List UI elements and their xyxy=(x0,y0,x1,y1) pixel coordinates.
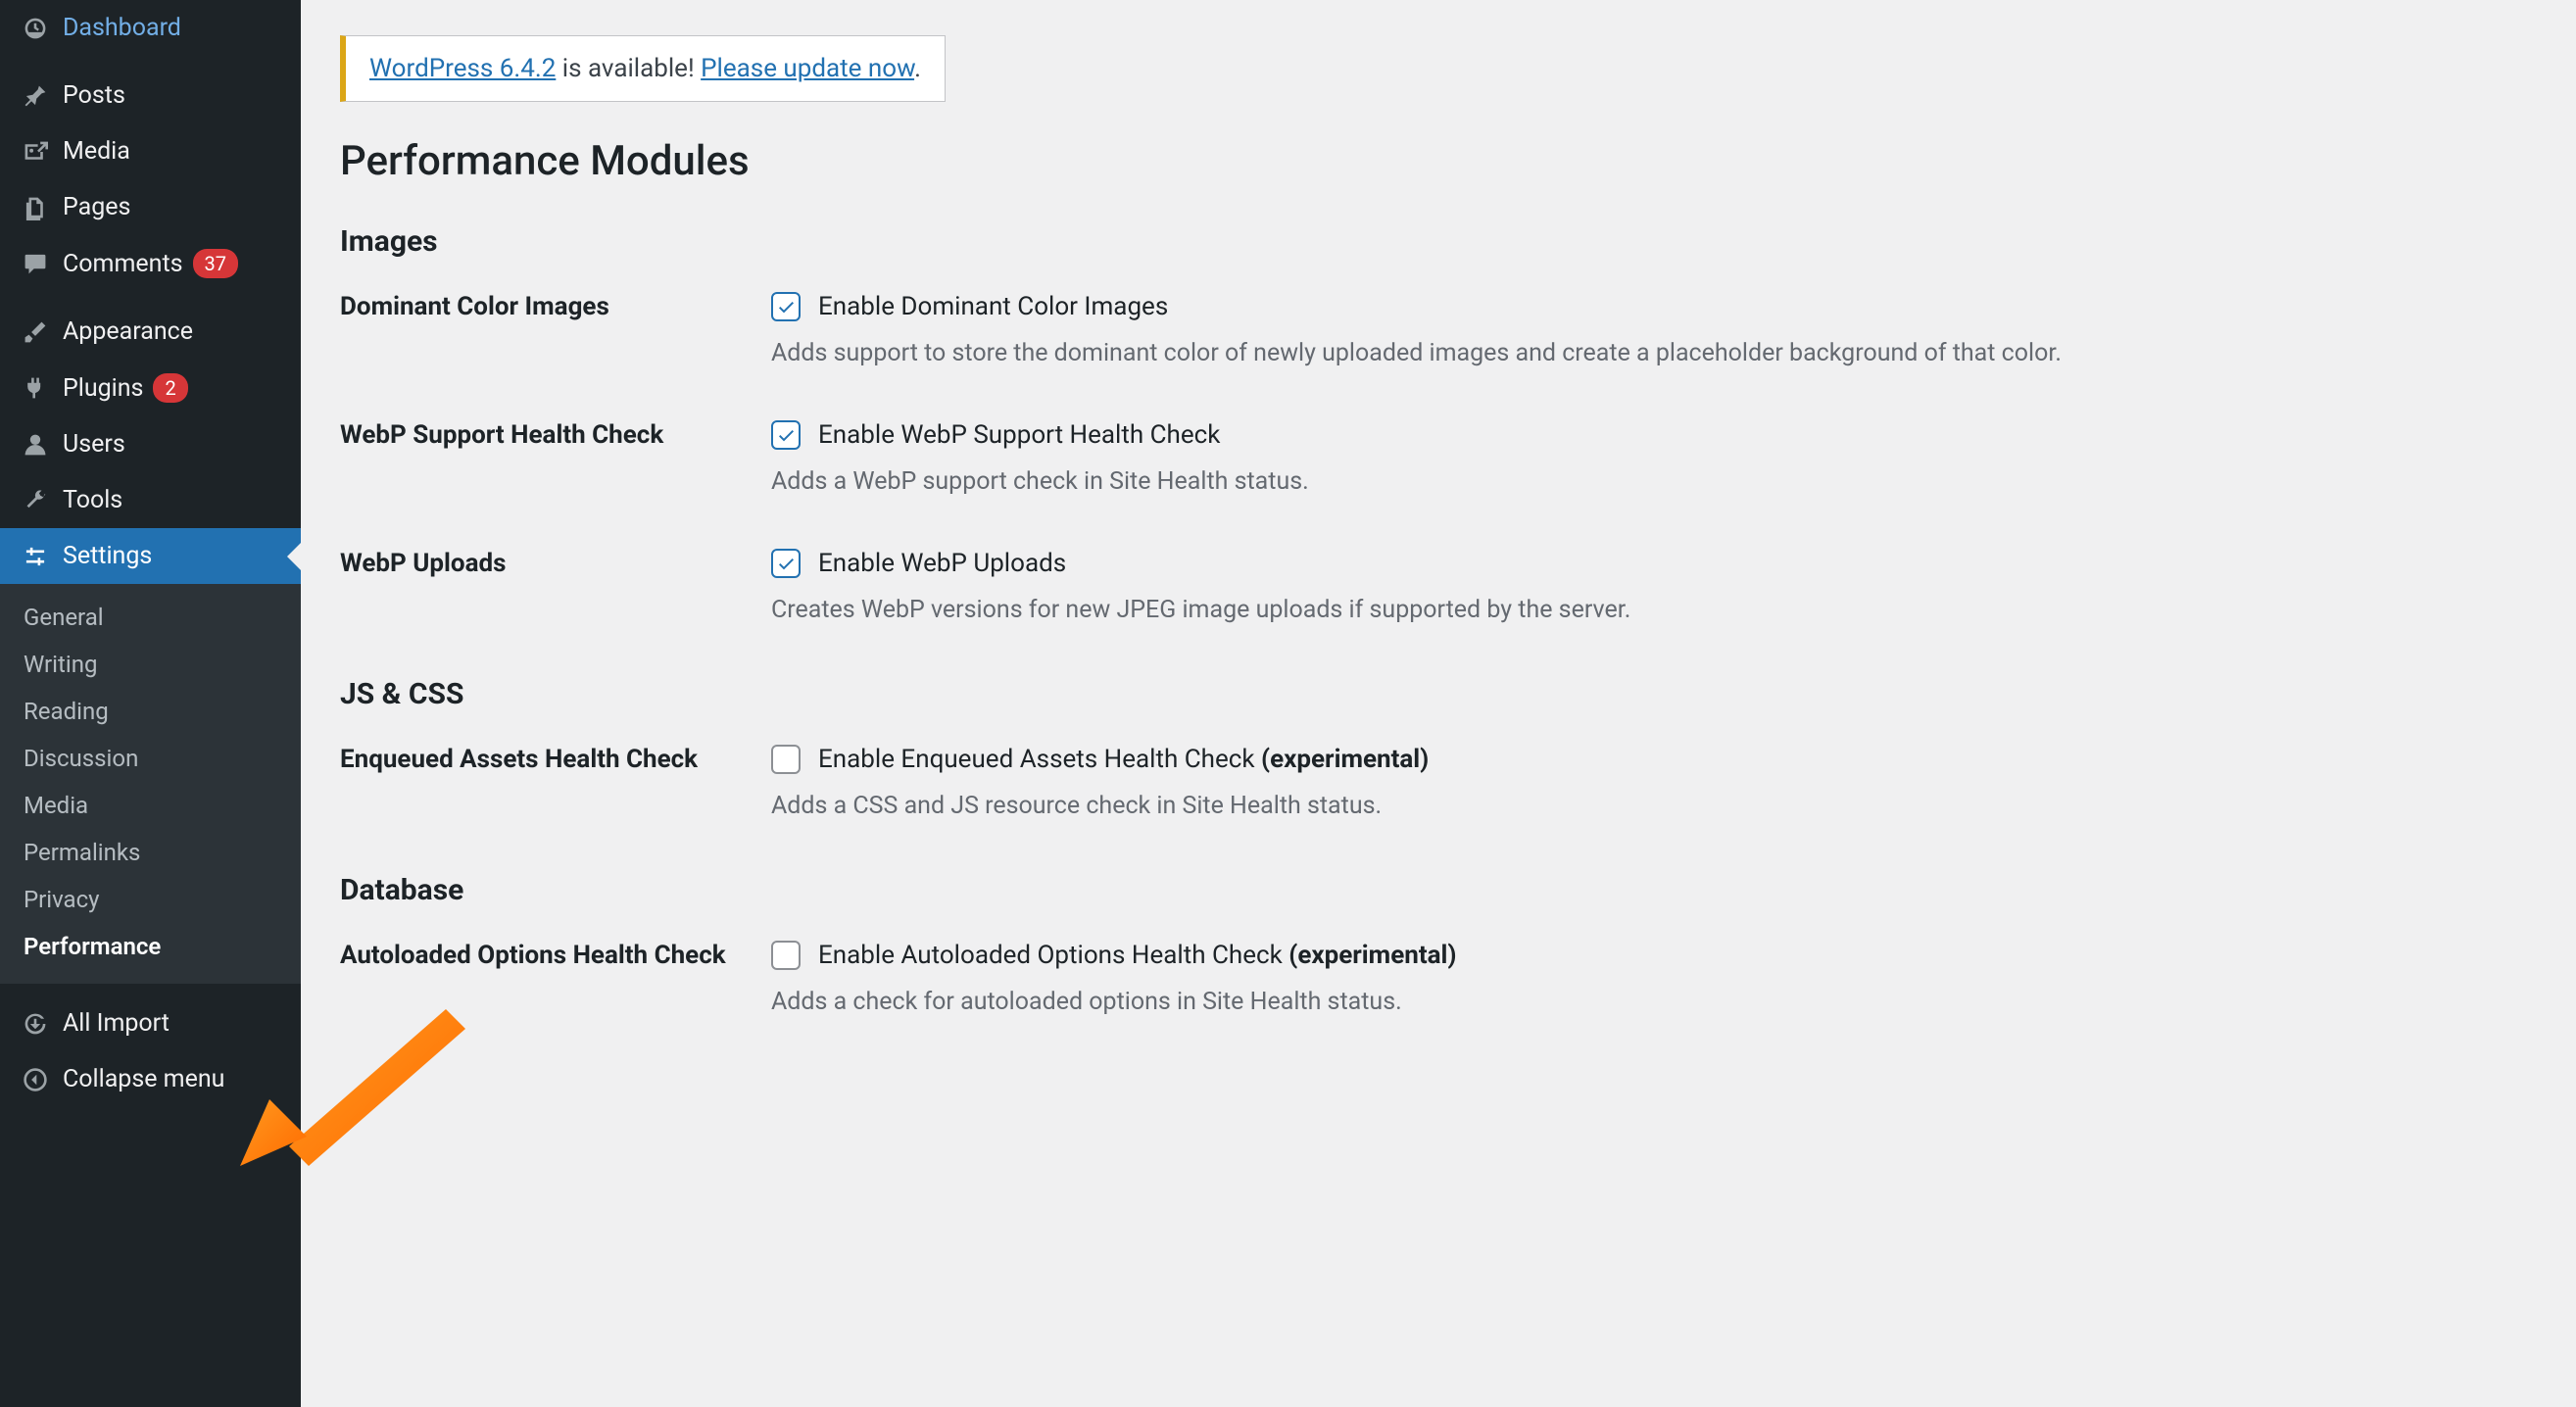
setting-description: Adds support to store the dominant color… xyxy=(771,339,2537,367)
checkbox-label[interactable]: Enable Autoloaded Options Health Check (… xyxy=(771,941,2537,970)
checkbox-webp-uploads[interactable] xyxy=(771,549,801,578)
checkbox-label[interactable]: Enable WebP Uploads xyxy=(771,549,2537,578)
main-content: WordPress 6.4.2 is available! Please upd… xyxy=(301,0,2576,1407)
checkbox-label[interactable]: Enable WebP Support Health Check xyxy=(771,420,2537,450)
setting-label: Enqueued Assets Health Check xyxy=(340,745,771,820)
pages-icon xyxy=(18,195,53,220)
sidebar-item-label: Plugins xyxy=(63,374,143,403)
checkbox-text: Enable Enqueued Assets Health Check (exp… xyxy=(818,745,1429,774)
import-icon xyxy=(18,1011,53,1037)
sidebar-item-label: Settings xyxy=(63,542,152,570)
sidebar-item-pages[interactable]: Pages xyxy=(0,179,301,235)
sidebar-item-label: Tools xyxy=(63,486,122,514)
sliders-icon xyxy=(18,544,53,569)
checkbox-text: Enable Dominant Color Images xyxy=(818,292,1168,321)
checkbox-text: Enable WebP Uploads xyxy=(818,549,1066,578)
submenu-item-media[interactable]: Media xyxy=(0,782,301,829)
brush-icon xyxy=(18,319,53,345)
setting-dominant-color: Dominant Color Images Enable Dominant Co… xyxy=(340,292,2537,367)
plug-icon xyxy=(18,375,53,401)
settings-submenu: General Writing Reading Discussion Media… xyxy=(0,584,301,984)
sidebar-item-posts[interactable]: Posts xyxy=(0,68,301,123)
sidebar-item-label: Dashboard xyxy=(63,14,181,42)
submenu-item-reading[interactable]: Reading xyxy=(0,688,301,735)
setting-label: Dominant Color Images xyxy=(340,292,771,367)
checkbox-text: Enable WebP Support Health Check xyxy=(818,420,1220,450)
comments-count-badge: 37 xyxy=(193,249,238,278)
notice-end: . xyxy=(914,54,921,83)
checkbox-webp-health[interactable] xyxy=(771,420,801,450)
sidebar-item-collapse[interactable]: Collapse menu xyxy=(0,1051,301,1107)
setting-webp-uploads: WebP Uploads Enable WebP Uploads Creates… xyxy=(340,549,2537,624)
sidebar-item-comments[interactable]: Comments 37 xyxy=(0,235,301,292)
sidebar-item-settings[interactable]: Settings xyxy=(0,528,301,584)
sidebar-item-plugins[interactable]: Plugins 2 xyxy=(0,360,301,416)
setting-description: Creates WebP versions for new JPEG image… xyxy=(771,596,2537,624)
setting-description: Adds a CSS and JS resource check in Site… xyxy=(771,792,2537,820)
comment-icon xyxy=(18,251,53,276)
setting-description: Adds a WebP support check in Site Health… xyxy=(771,467,2537,496)
section-title-database: Database xyxy=(340,873,2537,907)
sidebar-item-label: Comments xyxy=(63,250,183,278)
sidebar-item-label: Posts xyxy=(63,81,125,110)
checkbox-text: Enable Autoloaded Options Health Check (… xyxy=(818,941,1457,970)
sidebar-item-label: Media xyxy=(63,137,130,166)
section-title-images: Images xyxy=(340,224,2537,259)
update-now-link[interactable]: Please update now xyxy=(701,54,914,83)
submenu-item-permalinks[interactable]: Permalinks xyxy=(0,829,301,876)
wrench-icon xyxy=(18,488,53,513)
notice-text: is available! xyxy=(556,54,701,83)
checkbox-autoloaded-options[interactable] xyxy=(771,941,801,970)
sidebar-item-appearance[interactable]: Appearance xyxy=(0,304,301,360)
plugins-count-badge: 2 xyxy=(153,373,187,403)
submenu-item-performance[interactable]: Performance xyxy=(0,923,301,970)
sidebar-item-all-import[interactable]: All Import xyxy=(0,995,301,1051)
setting-label: WebP Uploads xyxy=(340,549,771,624)
sidebar-item-dashboard[interactable]: Dashboard xyxy=(0,0,301,56)
setting-webp-health: WebP Support Health Check Enable WebP Su… xyxy=(340,420,2537,496)
page-title: Performance Modules xyxy=(340,137,2537,185)
setting-description: Adds a check for autoloaded options in S… xyxy=(771,988,2537,1016)
sidebar-item-users[interactable]: Users xyxy=(0,416,301,472)
submenu-item-discussion[interactable]: Discussion xyxy=(0,735,301,782)
checkbox-enqueued-assets[interactable] xyxy=(771,745,801,774)
sidebar-item-tools[interactable]: Tools xyxy=(0,472,301,528)
sidebar-item-media[interactable]: Media xyxy=(0,123,301,179)
dashboard-icon xyxy=(18,16,53,41)
sidebar-item-label: All Import xyxy=(63,1009,170,1038)
media-icon xyxy=(18,139,53,165)
pin-icon xyxy=(18,83,53,109)
admin-sidebar: Dashboard Posts Media Pages Comments 37 … xyxy=(0,0,301,1407)
submenu-item-general[interactable]: General xyxy=(0,594,301,641)
sidebar-item-label: Users xyxy=(63,430,125,459)
update-notice: WordPress 6.4.2 is available! Please upd… xyxy=(340,35,946,102)
wordpress-version-link[interactable]: WordPress 6.4.2 xyxy=(369,54,556,83)
checkbox-dominant-color[interactable] xyxy=(771,292,801,321)
sidebar-item-label: Appearance xyxy=(63,317,193,346)
checkbox-label[interactable]: Enable Enqueued Assets Health Check (exp… xyxy=(771,745,2537,774)
checkbox-label[interactable]: Enable Dominant Color Images xyxy=(771,292,2537,321)
setting-enqueued-assets: Enqueued Assets Health Check Enable Enqu… xyxy=(340,745,2537,820)
submenu-item-writing[interactable]: Writing xyxy=(0,641,301,688)
sidebar-item-label: Pages xyxy=(63,193,130,221)
setting-autoloaded-options: Autoloaded Options Health Check Enable A… xyxy=(340,941,2537,1016)
collapse-icon xyxy=(18,1067,53,1092)
sidebar-item-label: Collapse menu xyxy=(63,1065,224,1093)
section-title-jscss: JS & CSS xyxy=(340,677,2537,711)
setting-label: Autoloaded Options Health Check xyxy=(340,941,771,1016)
user-icon xyxy=(18,432,53,458)
setting-label: WebP Support Health Check xyxy=(340,420,771,496)
submenu-item-privacy[interactable]: Privacy xyxy=(0,876,301,923)
